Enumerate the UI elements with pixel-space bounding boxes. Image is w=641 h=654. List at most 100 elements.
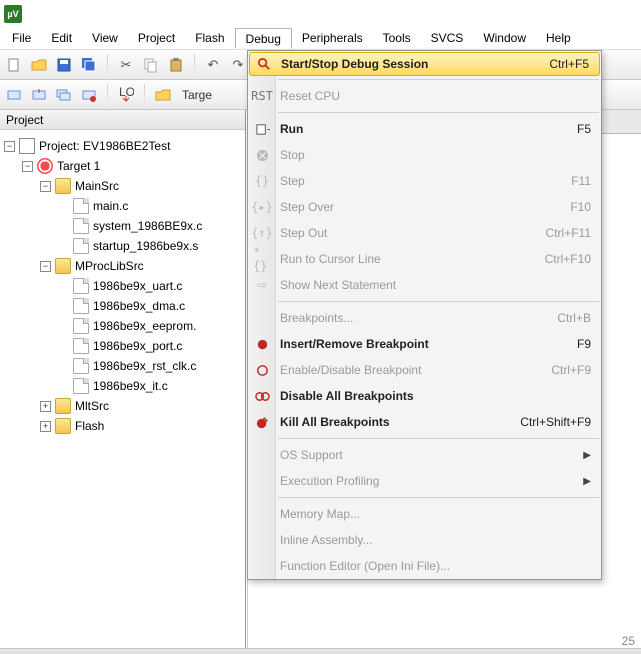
menu-debug[interactable]: Debug [235,28,292,49]
tree-row[interactable]: + MltSrc [4,396,243,416]
batch-build-icon[interactable] [79,85,99,105]
open-file-icon[interactable] [29,55,49,75]
project-tree[interactable]: −Project: EV1986BE2Test−Target 1−MainSrc… [0,130,245,442]
tree-row[interactable]: startup_1986be9x.s [4,236,243,256]
menu-item-insert-remove-breakpoint[interactable]: Insert/Remove BreakpointF9 [248,331,601,357]
menu-item-start-stop-debug-session[interactable]: Start/Stop Debug SessionCtrl+F5 [249,52,600,76]
menu-item-inline-assembly: Inline Assembly... [248,527,601,553]
tree-row[interactable]: +Flash [4,416,243,436]
menu-file[interactable]: File [2,28,41,49]
file-icon [73,298,89,314]
tree-row[interactable]: 1986be9x_it.c [4,376,243,396]
paste-icon[interactable] [166,55,186,75]
menu-help[interactable]: Help [536,28,581,49]
menu-item-label: Insert/Remove Breakpoint [280,337,577,351]
menu-tools[interactable]: Tools [373,28,421,49]
tree-row[interactable]: 1986be9x_dma.c [4,296,243,316]
rebuild-icon[interactable] [54,85,74,105]
menu-item-shortcut: Ctrl+B [557,311,591,325]
stop-icon [253,146,271,164]
new-file-icon[interactable] [4,55,24,75]
menu-item-step: {}StepF11 [248,168,601,194]
tree-expander[interactable]: − [22,161,33,172]
save-all-icon[interactable] [79,55,99,75]
step-icon: {} [253,172,271,190]
cut-icon[interactable]: ✂ [116,55,136,75]
tree-label: Target 1 [57,159,100,173]
translate-icon[interactable] [4,85,24,105]
menu-item-stop: Stop [248,142,601,168]
menu-item-execution-profiling: Execution Profiling▶ [248,468,601,494]
project-icon [19,138,35,154]
file-icon [73,358,89,374]
menu-separator [278,301,599,302]
tree-label: MltSrc [75,399,109,413]
redo-icon[interactable]: ↷ [228,55,248,75]
target-icon [37,158,53,174]
tree-expander[interactable]: − [40,261,51,272]
menu-flash[interactable]: Flash [185,28,234,49]
menu-window[interactable]: Window [473,28,536,49]
menu-item-show-next-statement: ⇨Show Next Statement [248,272,601,298]
menu-item-run[interactable]: RunF5 [248,116,601,142]
menu-item-label: Kill All Breakpoints [280,415,520,429]
menu-item-label: OS Support [280,448,583,462]
menu-item-label: Function Editor (Open Ini File)... [280,559,591,573]
file-icon [73,338,89,354]
tree-expander[interactable]: + [40,421,51,432]
tree-row[interactable]: − Project: EV1986BE2Test [4,136,243,156]
menu-peripherals[interactable]: Peripherals [292,28,373,49]
menu-item-breakpoints: Breakpoints...Ctrl+B [248,305,601,331]
menu-view[interactable]: View [82,28,128,49]
toolbar-separator [107,54,108,76]
menu-separator [278,79,599,80]
tree-row[interactable]: 1986be9x_rst_clk.c [4,356,243,376]
tree-label: 1986be9x_dma.c [93,299,185,313]
bp-hollow-icon [253,361,271,379]
menu-item-os-support: OS Support▶ [248,442,601,468]
tree-row[interactable]: 1986be9x_port.c [4,336,243,356]
tree-row[interactable]: −MProcLibSrc [4,256,243,276]
tree-row[interactable]: main.c [4,196,243,216]
menu-item-function-editor-open-ini-file: Function Editor (Open Ini File)... [248,553,601,579]
menu-item-label: Reset CPU [280,89,591,103]
target-options-icon[interactable] [153,85,173,105]
tree-row[interactable]: −MainSrc [4,176,243,196]
menu-item-label: Stop [280,148,591,162]
tree-label: Project: EV1986BE2Test [39,139,170,153]
tree-expander[interactable]: − [40,181,51,192]
undo-icon[interactable]: ↶ [203,55,223,75]
menu-separator [278,438,599,439]
shownext-icon: ⇨ [253,276,271,294]
tree-row[interactable]: − Target 1 [4,156,243,176]
file-icon [73,238,89,254]
menu-project[interactable]: Project [128,28,185,49]
target-selector-label[interactable]: Targe [182,88,212,102]
file-icon [73,318,89,334]
menu-svcs[interactable]: SVCS [421,28,474,49]
menu-item-label: Enable/Disable Breakpoint [280,363,551,377]
menu-item-label: Start/Stop Debug Session [281,57,549,71]
download-icon[interactable]: LOAD [116,85,136,105]
menu-separator [278,112,599,113]
tree-label: 1986be9x_it.c [93,379,168,393]
tree-expander[interactable]: − [4,141,15,152]
menu-item-disable-all-breakpoints[interactable]: Disable All Breakpoints [248,383,601,409]
build-icon[interactable] [29,85,49,105]
menu-edit[interactable]: Edit [41,28,82,49]
save-icon[interactable] [54,55,74,75]
rst-icon: RST [253,87,271,105]
menu-item-shortcut: Ctrl+F11 [546,226,591,240]
tree-label: system_1986BE9x.c [93,219,202,233]
menu-item-kill-all-breakpoints[interactable]: Kill All BreakpointsCtrl+Shift+F9 [248,409,601,435]
menu-item-label: Execution Profiling [280,474,583,488]
tree-row[interactable]: system_1986BE9x.c [4,216,243,236]
tree-expander[interactable]: + [40,401,51,412]
tree-label: 1986be9x_uart.c [93,279,182,293]
tree-row[interactable]: 1986be9x_uart.c [4,276,243,296]
tree-row[interactable]: 1986be9x_eeprom. [4,316,243,336]
menu-item-shortcut: F10 [570,200,591,214]
magnifier-icon [255,55,273,73]
bp-red-icon [253,335,271,353]
copy-icon[interactable] [141,55,161,75]
